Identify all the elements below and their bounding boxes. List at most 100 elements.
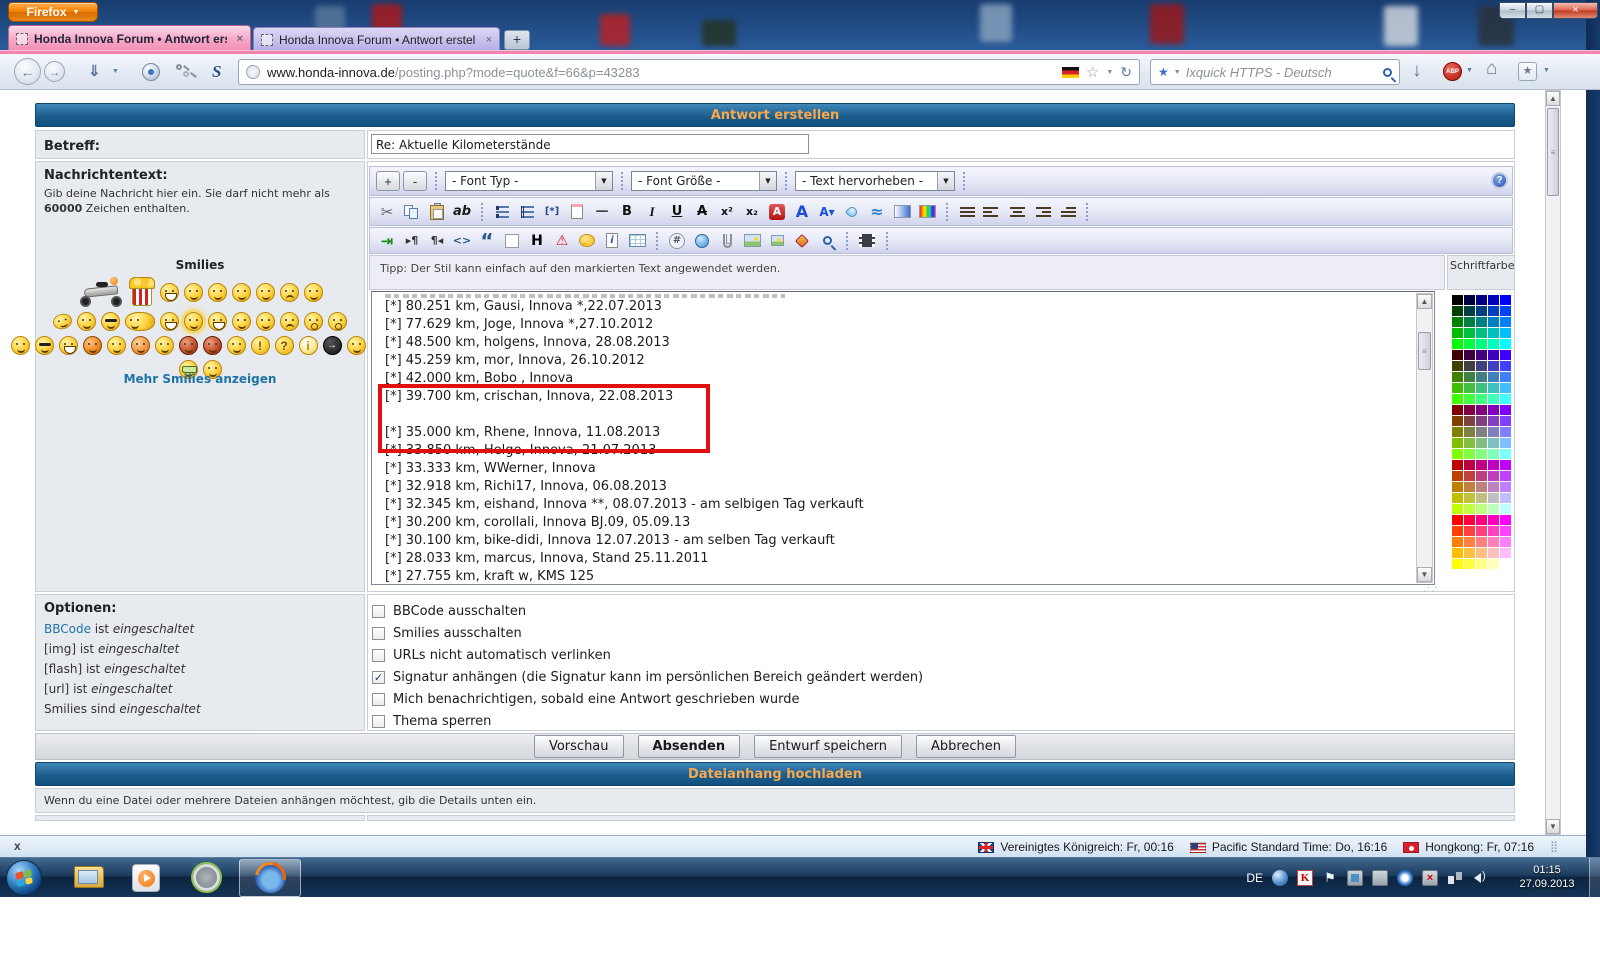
color-swatch[interactable] bbox=[1452, 460, 1463, 470]
taskbar-clock[interactable]: 01:15 27.09.2013 bbox=[1508, 863, 1586, 891]
anchor-icon[interactable]: # bbox=[666, 231, 688, 251]
search-engine-icon[interactable]: ★ bbox=[1158, 65, 1169, 79]
color-swatch[interactable] bbox=[1464, 394, 1475, 404]
font-increase-button[interactable]: + bbox=[376, 171, 400, 191]
color-swatch[interactable] bbox=[1500, 328, 1511, 338]
color-swatch[interactable] bbox=[1500, 515, 1511, 525]
info-icon[interactable]: i bbox=[601, 231, 623, 251]
neutral-smiley-icon[interactable] bbox=[256, 312, 275, 331]
color-swatch[interactable] bbox=[1464, 559, 1475, 569]
window-close-button[interactable]: × bbox=[1553, 2, 1598, 19]
color-swatch[interactable] bbox=[1488, 471, 1499, 481]
color-swatch[interactable] bbox=[1452, 405, 1463, 415]
color-swatch[interactable] bbox=[1500, 493, 1511, 503]
color-swatch[interactable] bbox=[1464, 372, 1475, 382]
color-swatch[interactable] bbox=[1464, 416, 1475, 426]
color-swatch[interactable] bbox=[1464, 548, 1475, 558]
color-swatch[interactable] bbox=[1488, 515, 1499, 525]
grin-smiley-icon[interactable] bbox=[207, 282, 227, 302]
color-swatch[interactable] bbox=[1452, 471, 1463, 481]
scooter-smiley-icon[interactable] bbox=[78, 277, 124, 307]
font-type-select[interactable]: - Font Typ - ▼ bbox=[445, 171, 613, 191]
color-swatch[interactable] bbox=[1476, 449, 1487, 459]
color-swatch[interactable] bbox=[1464, 482, 1475, 492]
color-swatch[interactable] bbox=[1464, 306, 1475, 316]
color-swatch[interactable] bbox=[1476, 306, 1487, 316]
color-swatch[interactable] bbox=[1464, 460, 1475, 470]
gradient-icon[interactable] bbox=[891, 202, 913, 222]
color-swatch[interactable] bbox=[1488, 394, 1499, 404]
scroll-up-icon[interactable]: ▲ bbox=[1417, 294, 1432, 309]
tab-inactive[interactable]: Honda Innova Forum • Antwort erstel... × bbox=[253, 27, 500, 52]
cry-smiley-icon[interactable] bbox=[279, 282, 299, 302]
color-swatch[interactable] bbox=[1476, 548, 1487, 558]
color-swatch[interactable] bbox=[1464, 449, 1475, 459]
color-swatch[interactable] bbox=[1452, 394, 1463, 404]
color-swatch[interactable] bbox=[1452, 559, 1463, 569]
adblock-plus-icon[interactable]: ABP bbox=[1443, 62, 1462, 81]
color-swatch[interactable] bbox=[1500, 361, 1511, 371]
list-item-icon[interactable]: [*] bbox=[541, 202, 563, 222]
color-swatch[interactable] bbox=[1500, 526, 1511, 536]
lol2-smiley-icon[interactable] bbox=[58, 336, 78, 355]
color-swatch[interactable] bbox=[1488, 405, 1499, 415]
firefox-menu-button[interactable]: Firefox ▼ bbox=[8, 2, 98, 22]
color-swatch[interactable] bbox=[1488, 383, 1499, 393]
glow-icon[interactable] bbox=[841, 202, 863, 222]
tab-active[interactable]: Honda Innova Forum • Antwort ers... × bbox=[8, 25, 251, 52]
color-swatch[interactable] bbox=[1476, 493, 1487, 503]
italic-icon[interactable]: I bbox=[641, 202, 663, 222]
color-swatch[interactable] bbox=[1476, 339, 1487, 349]
thumbdown-smiley-icon[interactable] bbox=[231, 282, 251, 302]
attach-signature-checkbox[interactable]: ✓ bbox=[372, 670, 385, 684]
color-swatch[interactable] bbox=[1452, 306, 1463, 316]
color-swatch[interactable] bbox=[1476, 372, 1487, 382]
betreff-input[interactable]: Re: Aktuelle Kilometerstände bbox=[371, 134, 809, 154]
rainbow-icon[interactable] bbox=[916, 202, 938, 222]
color-swatch[interactable] bbox=[1452, 328, 1463, 338]
color-swatch[interactable] bbox=[1452, 383, 1463, 393]
reload-icon[interactable]: ↻ bbox=[1120, 64, 1132, 81]
addon-bar-close-button[interactable]: x bbox=[14, 839, 21, 853]
color-swatch[interactable] bbox=[1452, 482, 1463, 492]
adblock-caret-icon[interactable]: ▼ bbox=[1466, 67, 1473, 74]
thumbnail-icon[interactable] bbox=[766, 231, 788, 251]
ltr-paragraph-icon[interactable]: ▸¶ bbox=[401, 231, 423, 251]
scroll-down-icon[interactable]: ▼ bbox=[1546, 819, 1560, 834]
color-swatch[interactable] bbox=[1464, 537, 1475, 547]
font-color-icon[interactable]: A bbox=[766, 202, 788, 222]
scrollbar-thumb[interactable]: ≡ bbox=[1418, 332, 1431, 370]
align-justify-icon[interactable] bbox=[956, 202, 978, 222]
start-button[interactable] bbox=[6, 860, 42, 896]
window-minimize-button[interactable]: – bbox=[1499, 2, 1526, 19]
action-center-icon[interactable]: ⚑ bbox=[1322, 870, 1338, 886]
color-swatch[interactable] bbox=[1476, 504, 1487, 514]
subscript-icon[interactable]: x₂ bbox=[741, 202, 763, 222]
copy-icon[interactable] bbox=[401, 202, 423, 222]
color-swatch[interactable] bbox=[1500, 537, 1511, 547]
bookmarks-caret-icon[interactable]: ▼ bbox=[1543, 67, 1550, 74]
preview-button[interactable]: Vorschau bbox=[533, 735, 624, 758]
color-swatch[interactable] bbox=[1476, 361, 1487, 371]
help-icon[interactable]: ? bbox=[1491, 172, 1508, 189]
color-swatch[interactable] bbox=[1500, 416, 1511, 426]
color-swatch[interactable] bbox=[1464, 526, 1475, 536]
color-swatch[interactable] bbox=[1464, 515, 1475, 525]
arrow-smiley-icon[interactable]: → bbox=[322, 336, 342, 355]
razz-smiley-icon[interactable] bbox=[106, 336, 126, 355]
biggrin-smiley-icon[interactable] bbox=[208, 312, 227, 331]
password-keys-icon[interactable] bbox=[176, 64, 194, 80]
color-swatch[interactable] bbox=[1488, 460, 1499, 470]
page-scrollbar[interactable]: ▲ ≡ ▼ bbox=[1545, 90, 1561, 835]
text-highlight-select[interactable]: - Text hervorheben - ▼ bbox=[795, 171, 955, 191]
color-swatch[interactable] bbox=[1488, 295, 1499, 305]
color-swatch[interactable] bbox=[1476, 394, 1487, 404]
color-swatch[interactable] bbox=[1476, 460, 1487, 470]
color-swatch[interactable] bbox=[1500, 449, 1511, 459]
font-decrease-button[interactable]: - bbox=[403, 171, 427, 191]
smirk-smiley-icon[interactable] bbox=[255, 282, 275, 302]
explorer-taskbar-icon[interactable] bbox=[74, 866, 106, 890]
color-swatch[interactable] bbox=[1488, 361, 1499, 371]
color-swatch[interactable] bbox=[1464, 471, 1475, 481]
color-swatch[interactable] bbox=[1488, 372, 1499, 382]
